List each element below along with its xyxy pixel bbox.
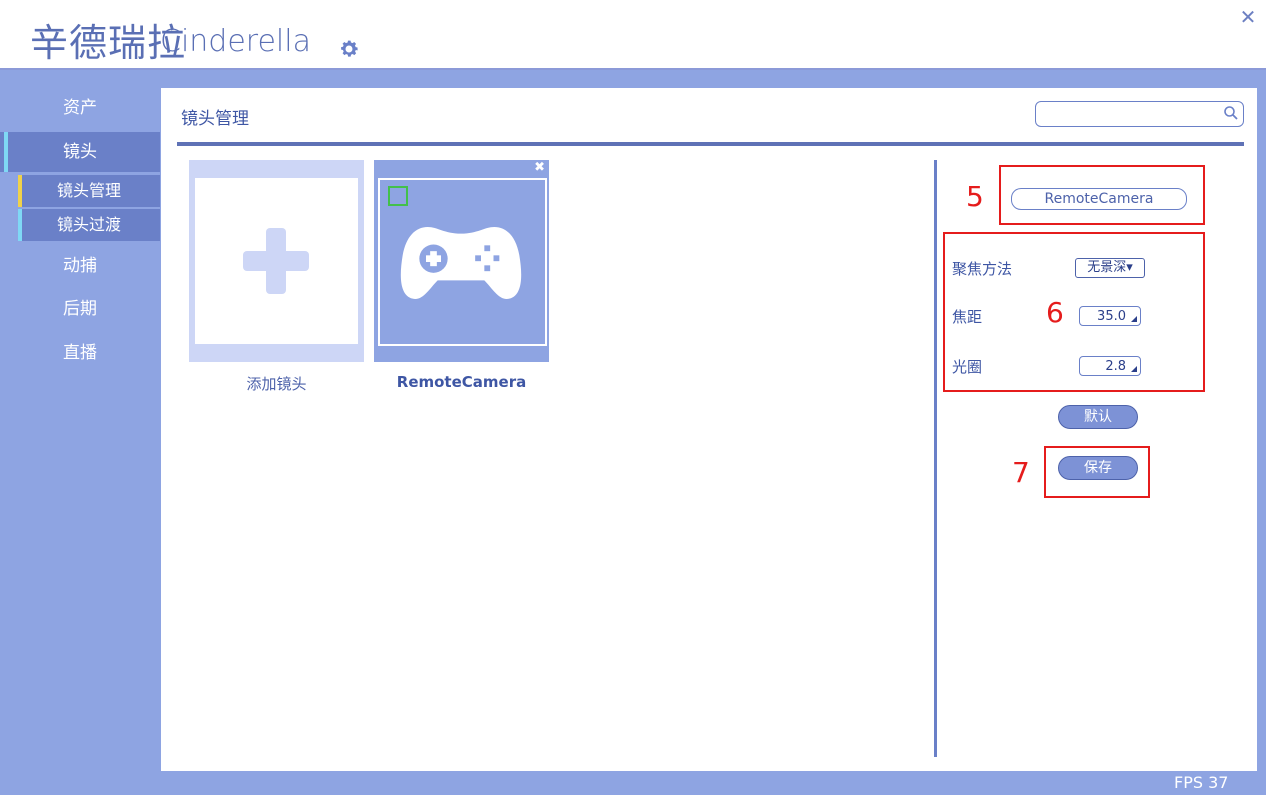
- app-logo-english: Cinderella: [160, 24, 311, 59]
- sidebar-item-label: 动捕: [63, 256, 97, 276]
- sidebar-item-live[interactable]: 直播: [0, 333, 160, 373]
- title-bar: 辛德瑞拉 Cinderella ✕: [0, 0, 1266, 70]
- annotation-number: 6: [1046, 296, 1064, 329]
- sidebar-item-post[interactable]: 后期: [0, 289, 160, 329]
- indicator-bar: [18, 209, 22, 241]
- add-camera-card[interactable]: [189, 160, 364, 362]
- sidebar-item-camera[interactable]: 镜头: [0, 132, 160, 172]
- title-divider: [177, 142, 1244, 146]
- sidebar-item-label: 资产: [63, 98, 97, 118]
- sidebar-item-label: 镜头: [63, 142, 97, 162]
- close-icon[interactable]: ✕: [1238, 7, 1258, 27]
- panel-divider: [934, 160, 937, 757]
- fps-counter: FPS 37: [1174, 773, 1229, 792]
- aperture-label: 光圈: [952, 358, 983, 376]
- camera-card[interactable]: ✖: [374, 160, 549, 362]
- sidebar-item-assets[interactable]: 资产: [0, 88, 160, 128]
- search-icon[interactable]: [1223, 105, 1239, 121]
- sidebar-subitem-camera-management[interactable]: 镜头管理: [18, 175, 160, 207]
- add-camera-label: 添加镜头: [246, 375, 307, 393]
- page-title: 镜头管理: [181, 109, 249, 129]
- sidebar-item-label: 后期: [63, 299, 97, 319]
- annotation-number: 7: [1012, 456, 1030, 489]
- gear-icon[interactable]: [338, 38, 360, 60]
- gamepad-icon: [400, 227, 522, 299]
- camera-name-field[interactable]: RemoteCamera: [1011, 188, 1187, 210]
- sidebar-subitem-label: 镜头过渡: [56, 215, 121, 234]
- sidebar-item-mocap[interactable]: 动捕: [0, 246, 160, 286]
- selection-checkbox[interactable]: [388, 186, 408, 206]
- search-box[interactable]: [1035, 101, 1244, 127]
- annotation-box-params: [943, 232, 1205, 392]
- focus-method-dropdown[interactable]: 无景深▾: [1075, 258, 1145, 278]
- search-input[interactable]: [1042, 104, 1224, 124]
- focal-length-stepper[interactable]: 35.0: [1079, 306, 1141, 326]
- active-indicator: [18, 175, 22, 207]
- focus-method-label: 聚焦方法: [952, 260, 1013, 278]
- focal-length-value: 35.0: [1097, 309, 1126, 324]
- close-icon[interactable]: ✖: [534, 161, 545, 175]
- camera-thumbnail: [378, 178, 547, 346]
- spin-arrow-icon[interactable]: [1131, 366, 1137, 372]
- default-button[interactable]: 默认: [1058, 405, 1138, 429]
- sidebar-subitem-camera-transition[interactable]: 镜头过渡: [18, 209, 160, 241]
- camera-card-label: RemoteCamera: [396, 373, 527, 391]
- main-panel: 镜头管理 添加镜头 ✖ RemoteCamera 5 RemoteCamera …: [161, 88, 1257, 771]
- sidebar-item-label: 直播: [63, 343, 97, 363]
- spin-arrow-icon[interactable]: [1131, 316, 1137, 322]
- aperture-stepper[interactable]: 2.8: [1079, 356, 1141, 376]
- aperture-value: 2.8: [1105, 359, 1126, 374]
- annotation-number: 5: [966, 180, 984, 213]
- focal-length-label: 焦距: [952, 308, 983, 326]
- save-button[interactable]: 保存: [1058, 456, 1138, 480]
- sidebar-subitem-label: 镜头管理: [56, 181, 121, 200]
- add-camera-thumbnail: [195, 178, 358, 344]
